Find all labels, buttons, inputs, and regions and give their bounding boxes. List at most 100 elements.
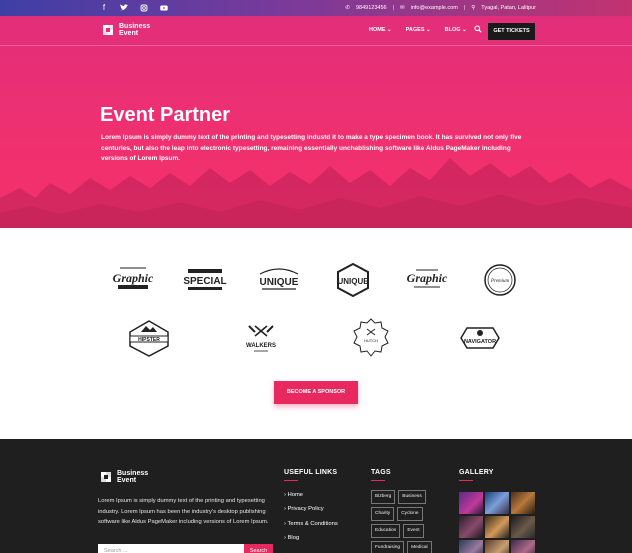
logo-text: Graphic [407, 271, 448, 285]
brand-line1: Business [117, 470, 149, 477]
chevron-down-icon: ⌄ [426, 27, 431, 33]
partner-logo-unique[interactable]: UNIQUE [254, 260, 304, 300]
logo-text: SPECIAL [183, 276, 226, 287]
page-title: Event Partner [100, 104, 231, 126]
footer-brand-logo[interactable]: Business Event [98, 469, 148, 485]
tags-heading: TAGS [371, 469, 391, 481]
nav-menu: HOME ⌄ PAGES ⌄ BLOG ⌄ [369, 27, 467, 33]
footer-link-blog[interactable]: › Blog [284, 535, 338, 541]
tag-item[interactable]: Education [371, 524, 401, 538]
brand-mark-icon [101, 472, 111, 482]
phone-number: 9849123456 [355, 5, 387, 11]
partner-logo-premium[interactable]: Premium [475, 260, 525, 300]
partner-logo-hutch[interactable]: HUTCH [346, 318, 396, 358]
hero-section: Business Event HOME ⌄ PAGES ⌄ BLOG ⌄ GET… [0, 16, 632, 228]
gallery-thumb[interactable] [459, 516, 483, 538]
location-pin-icon: ⚲ [471, 5, 476, 11]
tag-item[interactable]: Business [398, 490, 426, 504]
location-text: Tyagal, Patan, Lalitpur [481, 5, 536, 11]
chevron-right-icon: › [284, 520, 286, 527]
contact-info: ✆ 9849123456 | ✉ info@example.com | ⚲ Ty… [345, 3, 536, 13]
search-icon[interactable] [474, 25, 482, 33]
logo-text: WALKERS [246, 343, 276, 349]
tag-item[interactable]: Charity [371, 507, 395, 521]
footer-link-label: Blog [287, 535, 300, 542]
footer-search-input[interactable]: Search ... [98, 544, 244, 553]
useful-links-heading: USEFUL LINKS [284, 469, 338, 481]
nav-pages[interactable]: PAGES ⌄ [406, 27, 431, 33]
nav-home-label: HOME [369, 27, 386, 33]
chevron-right-icon: › [284, 506, 286, 513]
partner-logo-unique-badge[interactable]: UNIQUE [328, 260, 378, 300]
logo-text: NAVIGATOR [464, 339, 496, 345]
logo-text: Premium [490, 279, 510, 284]
partner-logo-graphic[interactable]: Graphic [108, 260, 158, 300]
footer-link-label: Privacy Policy [287, 506, 324, 513]
partner-logo-hipster[interactable]: HIPSTER [124, 318, 174, 358]
brand-logo[interactable]: Business Event [100, 22, 150, 38]
brand-line1: Business [119, 23, 151, 30]
social-links: f [98, 2, 170, 14]
logo-text: HUTCH [364, 338, 378, 343]
gallery-thumb[interactable] [485, 516, 509, 538]
tag-item[interactable]: Medical [407, 541, 432, 553]
facebook-icon[interactable]: f [98, 2, 110, 14]
footer-link-label: Home [287, 492, 304, 498]
tag-item[interactable]: Event [403, 524, 424, 538]
tag-item[interactable]: Cyclone [397, 507, 423, 521]
nav-pages-label: PAGES [405, 27, 425, 33]
email-icon: ✉ [400, 5, 405, 11]
logo-text: UNIQUE [260, 277, 299, 288]
gallery-thumb[interactable] [459, 492, 483, 514]
brand-mark-icon [103, 25, 113, 35]
partner-logo-special[interactable]: SPECIAL [180, 260, 230, 300]
gallery-heading: GALLERY [459, 469, 494, 481]
chevron-down-icon: ⌄ [387, 27, 392, 33]
become-sponsor-button[interactable]: BECOME A SPONSOR [274, 381, 358, 404]
logo-text: Graphic [113, 271, 154, 285]
hero-description: Lorem Ipsum is simply dummy text of the … [101, 134, 522, 162]
top-bar: f ✆ 9849123456 | ✉ info@example.com | ⚲ … [0, 0, 632, 16]
footer-search-button[interactable]: Search [244, 544, 273, 553]
youtube-icon[interactable] [158, 2, 170, 14]
phone-icon: ✆ [345, 5, 350, 11]
gallery-thumb[interactable] [511, 540, 535, 553]
gallery-grid [459, 492, 535, 553]
footer-link-privacy[interactable]: › Privacy Policy [284, 506, 338, 512]
gallery-thumb[interactable] [511, 516, 535, 538]
footer-link-home[interactable]: › Home [284, 492, 338, 498]
brand-name: Business Event [119, 23, 150, 37]
gallery-thumb[interactable] [485, 492, 509, 514]
tag-item[interactable]: Fundraising [371, 541, 405, 553]
chevron-down-icon: ⌄ [462, 27, 467, 33]
footer-link-terms[interactable]: › Terms & Conditions [284, 521, 338, 527]
partner-logo-navigator[interactable]: NAVIGATOR [455, 318, 505, 358]
brand-line2: Event [119, 30, 139, 37]
nav-blog[interactable]: BLOG ⌄ [445, 27, 467, 33]
gallery-thumb[interactable] [459, 540, 483, 553]
get-tickets-button[interactable]: GET TICKETS [488, 23, 535, 40]
useful-links-list: › Home › Privacy Policy › Terms & Condit… [284, 492, 338, 541]
main-navbar: Business Event HOME ⌄ PAGES ⌄ BLOG ⌄ GET… [0, 16, 632, 46]
twitter-icon[interactable] [118, 2, 130, 14]
chevron-right-icon: › [284, 535, 286, 542]
partner-logo-creative-graphic[interactable]: Graphic [402, 260, 452, 300]
email-link[interactable]: info@example.com [411, 3, 458, 13]
gallery-thumb[interactable] [511, 492, 535, 514]
divider: | [392, 5, 395, 11]
partners-section: Graphic SPECIAL UNIQUE UNIQUE Graphic Pr… [0, 228, 632, 439]
logo-text: HIPSTER [138, 337, 160, 343]
logo-text: UNIQUE [337, 277, 369, 286]
tag-item[interactable]: Bizberg [371, 490, 396, 504]
brand-name: Business Event [117, 470, 148, 484]
footer-about-text: Lorem Ipsum is simply dummy text of the … [98, 498, 269, 525]
footer: Business Event Lorem Ipsum is simply dum… [0, 439, 632, 553]
gallery-thumb[interactable] [485, 540, 509, 553]
instagram-icon[interactable] [138, 2, 150, 14]
partner-logo-walkers[interactable]: WALKERS [236, 318, 286, 358]
nav-home[interactable]: HOME ⌄ [369, 27, 392, 33]
tag-cloud: Bizberg Business Charity Cyclone Educati… [371, 490, 443, 553]
chevron-right-icon: › [284, 492, 286, 498]
brand-line2: Event [117, 477, 137, 484]
divider: | [463, 5, 466, 11]
